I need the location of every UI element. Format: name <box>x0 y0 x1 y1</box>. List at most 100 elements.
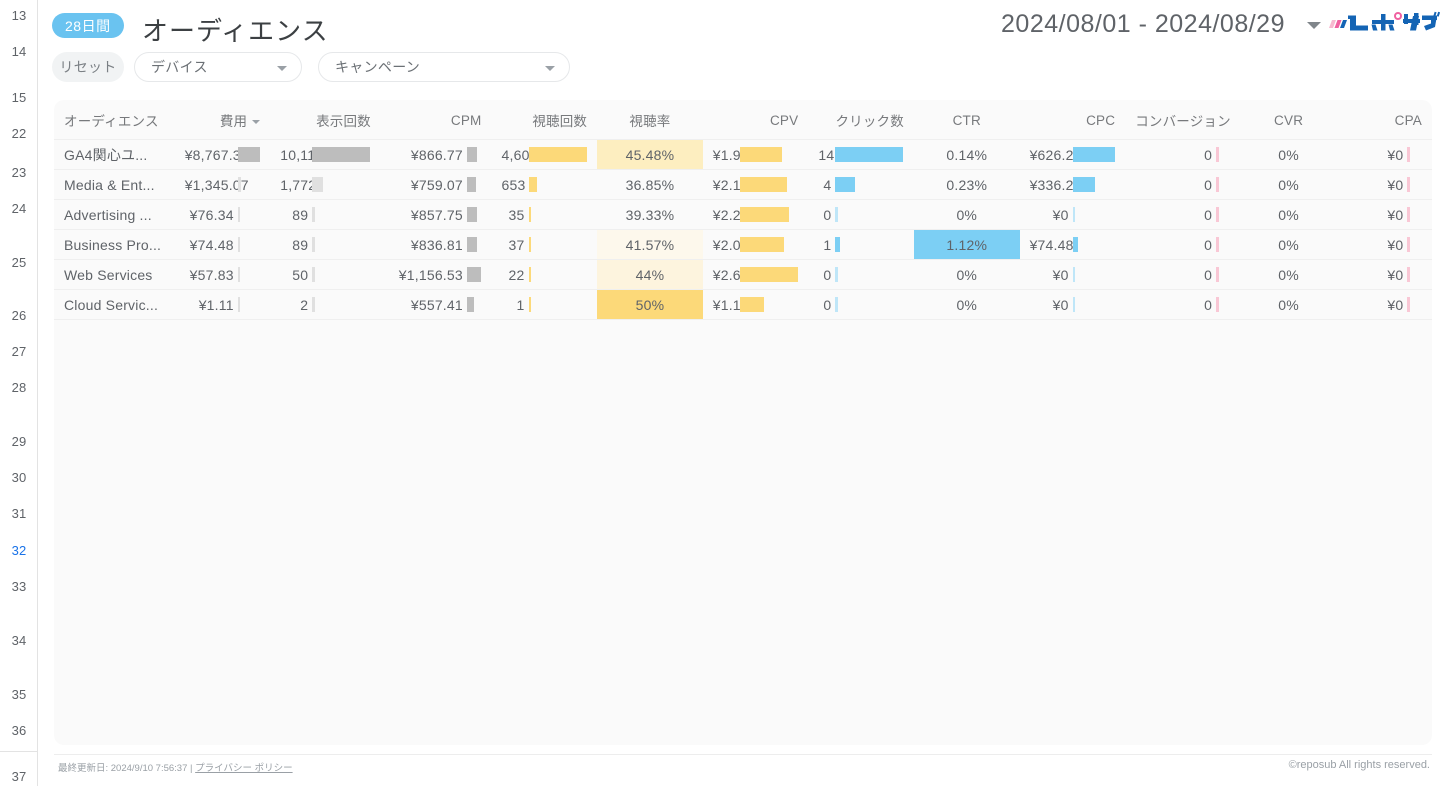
cell-conv: 0 <box>1125 289 1241 320</box>
cell-text: 0 <box>823 266 832 283</box>
gutter-row-33[interactable]: 33 <box>0 575 38 597</box>
cell-cpv: ¥2.2 <box>702 199 809 230</box>
gutter-row-13[interactable]: 13 <box>0 4 38 26</box>
gutter-row-24[interactable]: 24 <box>0 197 38 219</box>
cell-with-bar: 1,772 <box>270 170 381 199</box>
bar-fill <box>739 237 785 252</box>
row-number-gutter: 13 14 15 22 23 24 25 26 27 28 29 30 31 32 33 34 35 36 37 <box>0 0 38 786</box>
column-header-ctr[interactable]: CTR <box>913 100 1020 140</box>
bar-fill <box>528 207 532 222</box>
heatmap-cell: 50% <box>597 290 703 319</box>
heatmap-cell: 45.48% <box>597 140 703 169</box>
bar-fill <box>1072 297 1076 312</box>
cell-text: ¥0 <box>1387 176 1404 193</box>
cell-text: 1,772 <box>280 176 317 193</box>
campaign-filter-select[interactable]: キャンペーン <box>318 52 570 82</box>
gutter-row-26[interactable]: 26 <box>0 304 38 326</box>
bar-fill <box>1407 177 1410 192</box>
table-row[interactable]: Media & Ent... ¥1,345.07 1,772 ¥759.07 653 36… <box>54 169 1432 200</box>
gutter-row-37[interactable]: 37 <box>0 765 38 786</box>
cell-text: ¥1.9 <box>712 146 741 163</box>
gutter-row-22[interactable]: 22 <box>0 122 38 144</box>
cell-text: GA4関心ユ... <box>64 146 148 163</box>
bar-track <box>739 237 798 252</box>
bar-track <box>1407 147 1421 162</box>
gutter-row-25[interactable]: 25 <box>0 251 38 273</box>
date-range-label[interactable]: 2024/08/01 - 2024/08/29 <box>1001 10 1285 39</box>
gutter-row-31[interactable]: 31 <box>0 502 38 524</box>
bar-fill <box>312 267 315 282</box>
column-header-cpa[interactable]: CPA <box>1336 100 1432 140</box>
column-header-cpm[interactable]: CPM <box>380 100 492 140</box>
privacy-policy-link[interactable]: プライバシー ポリシー <box>195 763 292 774</box>
column-header-views[interactable]: 視聴回数 <box>491 100 598 140</box>
gutter-row-28[interactable]: 28 <box>0 376 38 398</box>
gutter-row-label: 29 <box>11 433 27 449</box>
bar-fill <box>1216 237 1219 252</box>
cell-ctr: 1.12% <box>913 229 1020 260</box>
gutter-row-36[interactable]: 36 <box>0 719 38 741</box>
reposub-logo <box>1329 11 1440 31</box>
cell-cpv: ¥1.9 <box>702 139 809 170</box>
cell-cpa: ¥0 <box>1336 259 1432 290</box>
column-header-cpv[interactable]: CPV <box>702 100 809 140</box>
bar-track <box>739 297 798 312</box>
bar-fill <box>1072 147 1115 162</box>
cell-text: ¥1.11 <box>198 296 234 313</box>
gutter-row-label: 26 <box>11 307 27 323</box>
cell-text: 22 <box>508 266 525 283</box>
gutter-row-29[interactable]: 29 <box>0 430 38 452</box>
cell-cpa: ¥0 <box>1336 229 1432 260</box>
gutter-row-30[interactable]: 30 <box>0 466 38 488</box>
column-header-impr[interactable]: 表示回数 <box>270 100 381 140</box>
table-row[interactable]: Advertising ... ¥76.34 89 ¥857.75 35 39.33% ¥2… <box>54 199 1432 230</box>
table-row[interactable]: Web Services ¥57.83 50 ¥1,156.53 22 44% ¥2.6 0 0… <box>54 259 1432 290</box>
table-row[interactable]: Cloud Servic... ¥1.11 2 ¥557.41 1 50% ¥1.1 0 0% ¥… <box>54 289 1432 320</box>
cell-cpc: ¥0 <box>1019 289 1126 320</box>
gutter-row-27[interactable]: 27 <box>0 340 38 362</box>
copyright-label: ©reposub All rights reserved. <box>1288 759 1430 771</box>
column-header-audience[interactable]: オーディエンス <box>54 100 175 140</box>
cell-cpm: ¥557.41 <box>380 289 492 320</box>
heatmap-cell: 0% <box>914 290 1020 319</box>
gutter-row-32[interactable]: 32 <box>0 539 38 561</box>
bar-track <box>466 207 481 222</box>
gutter-row-23[interactable]: 23 <box>0 161 38 183</box>
bar-fill <box>1216 147 1219 162</box>
heatmap-cell: 0% <box>1241 140 1337 169</box>
cell-cpv: ¥1.1 <box>702 289 809 320</box>
column-header-conv[interactable]: コンバージョン <box>1125 100 1241 140</box>
cell-cpv: ¥2.1 <box>702 169 809 200</box>
caret-down-icon[interactable] <box>252 120 261 125</box>
device-filter-select[interactable]: デバイス <box>134 52 302 82</box>
gutter-row-14[interactable]: 14 <box>0 40 38 62</box>
column-header-clicks[interactable]: クリック数 <box>808 100 914 140</box>
gutter-row-15[interactable]: 15 <box>0 86 38 108</box>
table-row[interactable]: Business Pro... ¥74.48 89 ¥836.81 37 41.57% ¥2… <box>54 229 1432 260</box>
cell-with-bar: ¥2.2 <box>703 200 809 229</box>
chevron-down-icon[interactable] <box>1307 22 1321 29</box>
bar-fill <box>835 237 841 252</box>
cell-text: 0% <box>1278 236 1299 253</box>
gutter-row-label: 27 <box>11 343 27 359</box>
period-badge[interactable]: 28日間 <box>52 13 124 38</box>
column-header-cost[interactable]: 費用 <box>174 100 271 140</box>
gutter-row-35[interactable]: 35 <box>0 683 38 705</box>
column-header-cpc[interactable]: CPC <box>1019 100 1126 140</box>
bar-track <box>835 177 903 192</box>
gutter-row-34[interactable]: 34 <box>0 629 38 651</box>
reset-button[interactable]: リセット <box>52 52 124 82</box>
cell-text: 0 <box>823 296 832 313</box>
cell-cvr: 0% <box>1240 199 1337 230</box>
cell-text: 44% <box>635 266 665 283</box>
bar-fill <box>466 237 477 252</box>
table-head: オーディエンス 費用 表示回数 CPM 視聴回数 視聴率 CPV クリック数 CTR CPC コンバ… <box>54 100 1432 140</box>
table-row[interactable]: GA4関心ユ... ¥8,767.36 10,115 ¥866.77 4,600 45.4… <box>54 139 1432 170</box>
column-header-cvr[interactable]: CVR <box>1240 100 1337 140</box>
cell-with-bar: 37 <box>492 230 598 259</box>
cell-viewrate: 39.33% <box>597 199 703 230</box>
cell-text: ¥0 <box>1387 146 1404 163</box>
cell-audience: Web Services <box>54 259 175 290</box>
audience-table-card: オーディエンス 費用 表示回数 CPM 視聴回数 視聴率 CPV クリック数 CTR CPC コンバ… <box>54 100 1432 745</box>
column-header-viewrate[interactable]: 視聴率 <box>597 100 703 140</box>
